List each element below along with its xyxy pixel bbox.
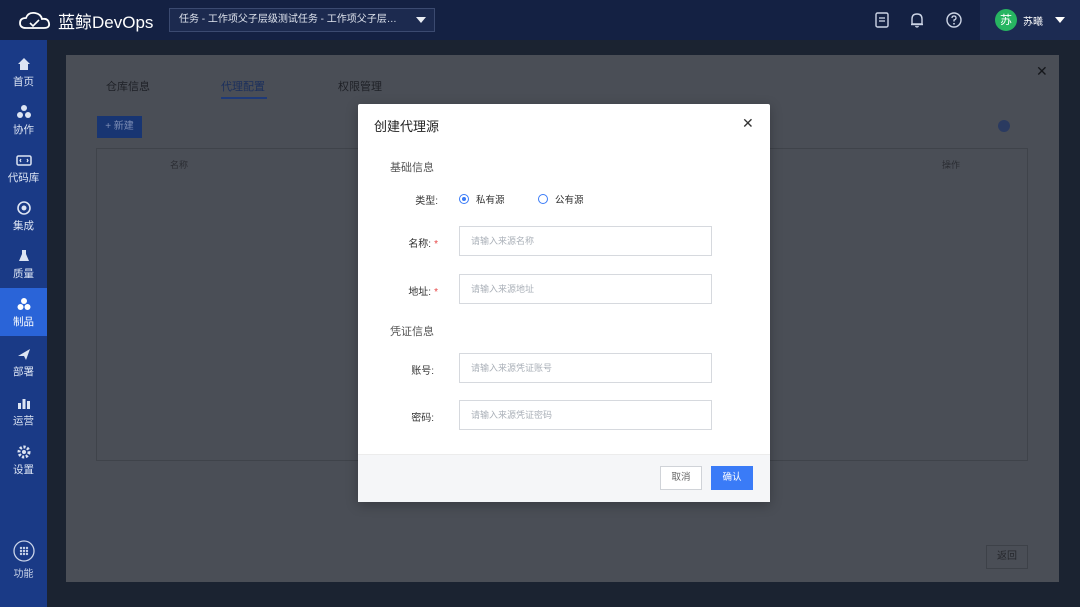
name-input[interactable] [459,226,712,256]
sidebar-item-label: 制品 [13,316,34,328]
sidebar: 首页 协作 代码库 集成 质量 制品 部署 运营 设置 功能 [0,40,47,607]
document-icon[interactable] [873,11,891,29]
radio-label: 私有源 [476,195,505,206]
sidebar-item-label: 质量 [13,268,34,280]
app-logo[interactable]: 蓝鲸DevOps [18,8,153,33]
account-label-text: 账号: [411,366,434,377]
section-credential-info: 凭证信息 [390,326,434,338]
create-proxy-dialog: 创建代理源 ✕ 基础信息 类型: 私有源 公有源 名称:* 地址:* 凭证信息 … [358,104,770,502]
account-input[interactable] [459,353,712,383]
sidebar-item-label: 功能 [13,569,34,580]
column-header-actions: 操作 [942,160,961,170]
add-proxy-button[interactable]: + 新建 [97,116,142,138]
sidebar-item-integration[interactable]: 集成 [0,192,47,240]
password-label: 密码: [354,409,434,424]
apps-grid-icon [12,540,35,562]
home-icon [17,58,30,70]
sidebar-item-functions[interactable]: 功能 [0,540,47,580]
radio-private[interactable]: 私有源 [459,192,505,206]
ops-icon [17,399,30,409]
sidebar-item-collab[interactable]: 协作 [0,96,47,144]
sidebar-item-label: 协作 [13,124,34,136]
project-select-value: 任务 - 工作项父子层级测试任务 - 工作项父子层级测… [179,14,417,25]
bell-icon[interactable] [908,11,926,29]
project-select[interactable]: 任务 - 工作项父子层级测试任务 - 工作项父子层级测… [169,8,435,32]
sidebar-item-ops[interactable]: 运营 [0,387,47,435]
back-button[interactable]: 返回 [986,545,1028,569]
quality-icon [18,250,29,261]
tab-repo-info[interactable]: 仓库信息 [106,78,150,94]
sidebar-item-label: 设置 [13,464,34,476]
sidebar-item-quality[interactable]: 质量 [0,240,47,288]
integration-icon [16,201,31,215]
url-input[interactable] [459,274,712,304]
tab-proxy-config[interactable]: 代理配置 [221,78,265,94]
sidebar-item-label: 集成 [13,220,34,232]
sidebar-item-label: 代码库 [7,172,40,184]
artifact-icon [17,298,30,310]
gear-icon [17,445,30,459]
sidebar-item-code[interactable]: 代码库 [0,144,47,192]
info-icon[interactable] [998,120,1010,132]
user-name[interactable]: 苏曦 [1023,13,1043,28]
sidebar-item-settings[interactable]: 设置 [0,436,47,484]
code-icon [15,155,32,166]
column-header-name: 名称 [170,160,189,170]
account-label: 账号: [354,362,434,377]
sidebar-item-label: 首页 [13,76,34,88]
dialog-footer [358,454,770,502]
avatar[interactable]: 苏 [995,9,1017,31]
type-label-text: 类型: [415,196,438,207]
password-label-text: 密码: [411,413,434,424]
chevron-down-icon [416,17,426,23]
radio-public[interactable]: 公有源 [538,192,584,206]
collab-icon [16,105,31,118]
close-icon[interactable]: ✕ [1036,63,1048,80]
name-label-text: 名称: [408,239,432,250]
type-label: 类型: [358,192,438,207]
url-label: 地址: * [358,283,438,298]
close-icon[interactable]: ✕ [742,115,754,132]
sidebar-item-label: 部署 [13,366,34,378]
radio-unchecked-icon [538,194,548,204]
password-input[interactable] [459,400,712,430]
chevron-down-icon[interactable] [1055,17,1065,23]
help-icon[interactable] [945,11,963,29]
confirm-button[interactable]: 确认 [711,466,753,490]
sidebar-item-home[interactable]: 首页 [0,48,47,96]
deploy-icon [17,349,30,360]
radio-label: 公有源 [555,195,584,206]
dialog-title: 创建代理源 [374,119,440,134]
tab-permissions[interactable]: 权限管理 [338,78,382,94]
sidebar-item-label: 运营 [13,415,34,427]
top-bar: 蓝鲸DevOps 任务 - 工作项父子层级测试任务 - 工作项父子层级测… 苏 … [0,0,1080,40]
radio-checked-icon [459,194,469,204]
name-label: 名称: * [358,235,438,250]
app-name: 蓝鲸DevOps [58,13,154,32]
url-label-text: 地址: [408,287,432,298]
sidebar-item-deploy[interactable]: 部署 [0,338,47,386]
required-mark: * [434,287,438,298]
cancel-button[interactable]: 取消 [660,466,702,490]
tab-active-indicator [221,97,267,99]
required-mark: * [434,239,438,250]
sidebar-item-artifact[interactable]: 制品 [0,288,47,336]
cloud-logo-icon [19,11,51,29]
section-basic-info: 基础信息 [390,162,434,174]
